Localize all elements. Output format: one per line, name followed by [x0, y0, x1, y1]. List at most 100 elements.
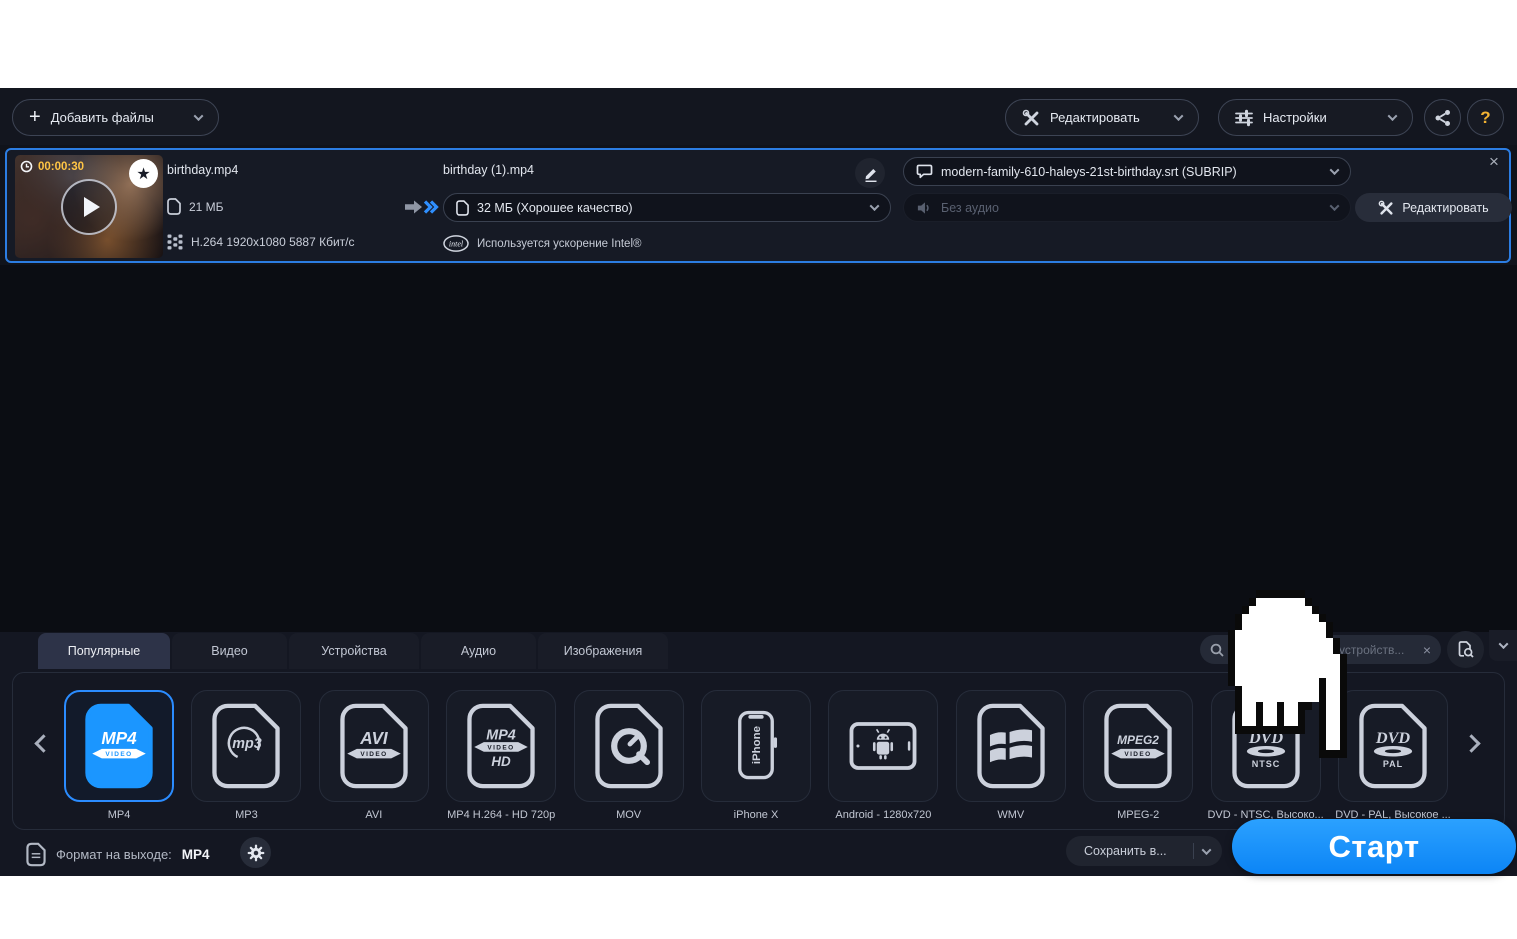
- format-icon[interactable]: DVD PAL: [1338, 690, 1448, 802]
- edit-file-button[interactable]: Редактировать: [1355, 193, 1512, 222]
- format-icon[interactable]: MP4 VIDEO: [64, 690, 174, 802]
- share-icon: [1433, 108, 1453, 128]
- format-icon[interactable]: DVDNTSC: [1211, 690, 1321, 802]
- acceleration-text: Используется ускорение Intel®: [477, 238, 641, 250]
- svg-text:MP4: MP4: [486, 727, 515, 743]
- collapse-panel-button[interactable]: [1489, 630, 1517, 661]
- audio-dropdown[interactable]: Без аудио: [903, 193, 1351, 222]
- remove-file-button[interactable]: ×: [1489, 152, 1499, 172]
- subtitles-dropdown[interactable]: modern-family-610-haleys-21st-birthday.s…: [903, 157, 1351, 186]
- rename-button[interactable]: [855, 158, 885, 188]
- svg-text:VIDEO: VIDEO: [488, 744, 515, 751]
- tab-images[interactable]: Изображения: [538, 633, 668, 669]
- scroll-left-button[interactable]: [34, 734, 52, 752]
- chevron-down-icon: [1330, 165, 1340, 175]
- save-to-button[interactable]: Сохранить в...: [1066, 836, 1222, 866]
- format-card-mpeg-2[interactable]: MPEG2VIDEOMPEG-2: [1083, 690, 1193, 802]
- format-search[interactable]: ×: [1200, 635, 1441, 664]
- scroll-right-button[interactable]: [1462, 734, 1480, 752]
- svg-text:iPhone: iPhone: [751, 726, 763, 764]
- duration-badge: 00:00:30: [20, 160, 84, 173]
- format-settings-button[interactable]: [240, 837, 271, 868]
- share-button[interactable]: [1424, 99, 1461, 136]
- tab-popular[interactable]: Популярные: [38, 633, 170, 669]
- format-card-mp4[interactable]: MP4 VIDEOMP4: [64, 690, 174, 802]
- app-window: + Добавить файлы Редактировать Настройки…: [0, 88, 1517, 876]
- save-to-label: Сохранить в...: [1084, 844, 1167, 858]
- gear-icon: [247, 844, 265, 862]
- tab-devices[interactable]: Устройства: [289, 633, 419, 669]
- subtitles-icon: [916, 164, 933, 179]
- format-card-avi[interactable]: AVI VIDEOAVI: [319, 690, 429, 802]
- chevron-down-icon: [1498, 639, 1508, 649]
- svg-text:MP4: MP4: [101, 728, 137, 748]
- format-icon[interactable]: mp3: [191, 690, 301, 802]
- output-size-value: 32 МБ (Хорошее качество): [477, 201, 633, 215]
- format-icon[interactable]: [828, 690, 938, 802]
- format-card-mp3[interactable]: mp3MP3: [191, 690, 301, 802]
- settings-button[interactable]: Настройки: [1218, 99, 1413, 136]
- start-label: Старт: [1328, 829, 1419, 865]
- help-button[interactable]: ?: [1467, 99, 1504, 136]
- format-icon[interactable]: AVI VIDEO: [319, 690, 429, 802]
- format-card-android-1280x720[interactable]: Android - 1280x720: [828, 690, 938, 802]
- svg-text:PAL: PAL: [1383, 759, 1403, 769]
- audio-value: Без аудио: [941, 201, 999, 215]
- edit-menu-button[interactable]: Редактировать: [1005, 99, 1199, 136]
- format-card-mov[interactable]: MOV: [574, 690, 684, 802]
- video-thumbnail[interactable]: 00:00:30 ★: [15, 155, 163, 258]
- start-button[interactable]: Старт: [1232, 819, 1516, 874]
- source-size: 21 МБ: [189, 200, 224, 214]
- format-label: MPEG-2: [1117, 809, 1159, 821]
- formats-strip: MP4VIDEOMP4mp3MP3AVIVIDEOAVIMP4VIDEOHDMP…: [12, 672, 1505, 830]
- svg-text:NTSC: NTSC: [1251, 759, 1280, 769]
- file-icon: [26, 842, 46, 867]
- format-card-wmv[interactable]: WMV: [956, 690, 1066, 802]
- chevron-down-icon: [1174, 111, 1184, 121]
- format-card-dvd-ntsc-высоко-[interactable]: DVDNTSCDVD - NTSC, Высоко...: [1211, 690, 1321, 802]
- clear-search-icon[interactable]: ×: [1423, 642, 1431, 658]
- svg-text:DVD: DVD: [1375, 729, 1411, 747]
- svg-text:HD: HD: [492, 754, 512, 769]
- clock-icon: [20, 160, 33, 173]
- pencil-icon: [862, 164, 879, 182]
- convert-arrow-icon: [405, 199, 439, 215]
- format-label: iPhone X: [734, 809, 779, 821]
- output-file-name: birthday (1).mp4: [443, 163, 534, 177]
- format-icon[interactable]: MPEG2VIDEO: [1083, 690, 1193, 802]
- favorite-star-icon[interactable]: ★: [129, 159, 158, 188]
- format-card-mp4-h-264-hd-720p[interactable]: MP4VIDEOHDMP4 H.264 - HD 720p: [446, 690, 556, 802]
- duration-text: 00:00:30: [38, 161, 84, 173]
- svg-text:AVI: AVI: [359, 728, 389, 748]
- add-files-button[interactable]: + Добавить файлы: [12, 99, 219, 136]
- edit-menu-label: Редактировать: [1050, 110, 1175, 125]
- tab-audio[interactable]: Аудио: [421, 633, 536, 669]
- format-icon[interactable]: iPhone: [701, 690, 811, 802]
- svg-text:VIDEO: VIDEO: [360, 751, 387, 758]
- add-files-label: Добавить файлы: [51, 110, 195, 125]
- format-label: MOV: [616, 809, 641, 821]
- format-panel: Популярные Видео Устройства Аудио Изобра…: [0, 632, 1517, 876]
- acceleration-row: intel Используется ускорение Intel®: [443, 235, 641, 252]
- output-format-value: MP4: [182, 847, 210, 862]
- format-card-dvd-pal-высокое-[interactable]: DVDPALDVD - PAL, Высокое ...: [1338, 690, 1448, 802]
- format-icon[interactable]: MP4VIDEO HD: [446, 690, 556, 802]
- file-icon: [167, 198, 181, 215]
- subtitles-value: modern-family-610-haleys-21st-birthday.s…: [941, 165, 1237, 179]
- tab-video[interactable]: Видео: [172, 633, 287, 669]
- search-input[interactable]: [1231, 643, 1416, 657]
- play-button[interactable]: [61, 179, 117, 235]
- file-row[interactable]: 00:00:30 ★ birthday.mp4 21 МБ H.264 1920…: [5, 148, 1511, 263]
- settings-label: Настройки: [1263, 110, 1389, 125]
- format-icon[interactable]: [956, 690, 1066, 802]
- format-label: MP4: [108, 809, 131, 821]
- format-card-iphone-x[interactable]: iPhoneiPhone X: [701, 690, 811, 802]
- tools-icon: [1022, 109, 1040, 127]
- format-icon[interactable]: [574, 690, 684, 802]
- file-list-area: [0, 265, 1517, 632]
- svg-text:VIDEO: VIDEO: [105, 751, 132, 758]
- find-format-by-file-button[interactable]: [1447, 631, 1484, 668]
- svg-text:intel: intel: [449, 240, 464, 249]
- intel-logo-icon: intel: [443, 235, 469, 252]
- output-size-dropdown[interactable]: 32 МБ (Хорошее качество): [443, 193, 891, 222]
